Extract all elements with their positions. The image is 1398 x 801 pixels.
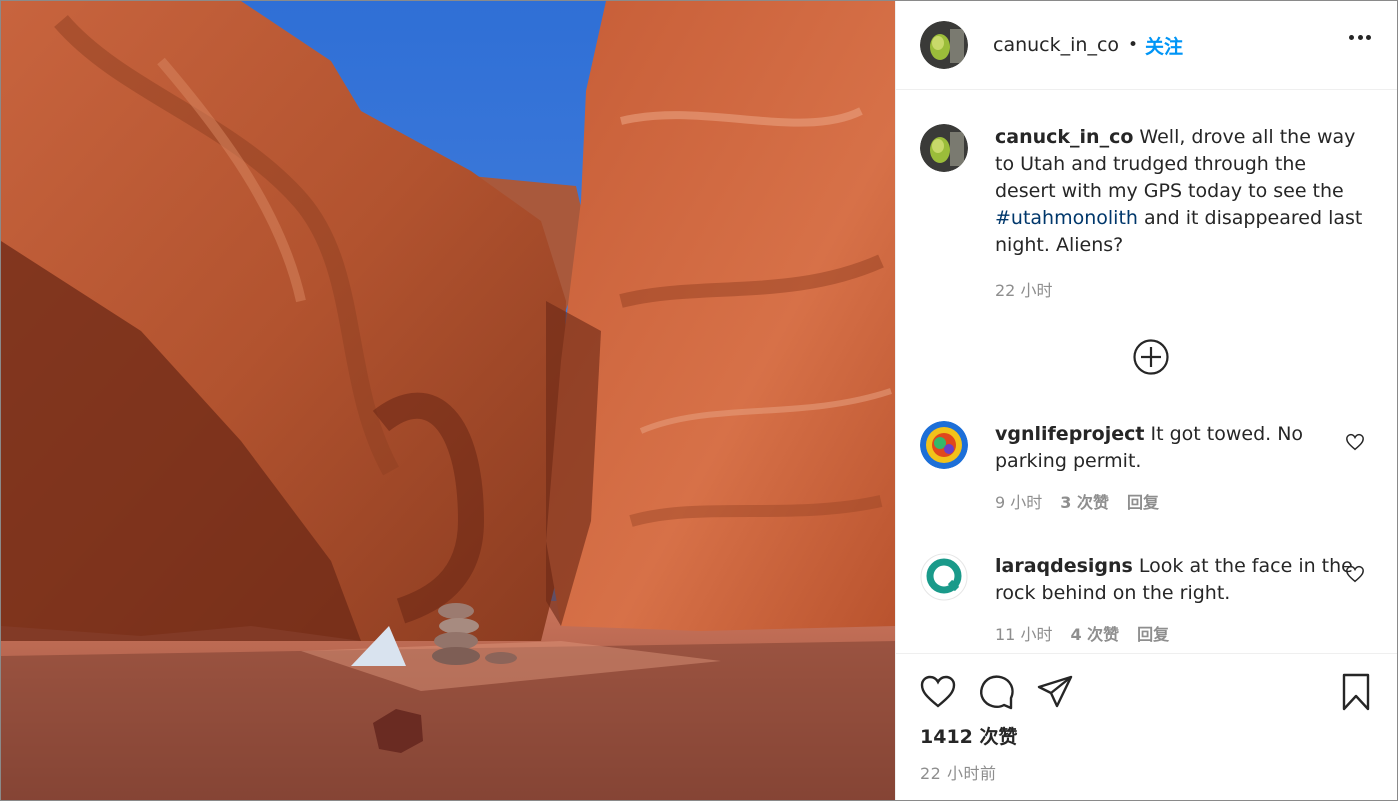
post-actions: 1412 次赞 22 小时前 <box>896 653 1397 800</box>
comment-likes[interactable]: 3 次赞 <box>1060 489 1109 513</box>
comments-section[interactable]: canuck_in_co Well, drove all the way to … <box>896 90 1397 653</box>
heart-icon[interactable] <box>918 672 958 712</box>
post-sidebar: canuck_in_co • 关注 canuck_in_co Well, dro… <box>895 1 1397 800</box>
comment-time[interactable]: 9 小时 <box>995 489 1042 513</box>
comment-item: vgnlifeproject It got towed. No parking … <box>920 421 1373 513</box>
follow-button[interactable]: 关注 <box>1145 32 1183 59</box>
load-more-comments-icon[interactable] <box>1132 338 1170 376</box>
canyon-photo-illustration <box>1 1 895 800</box>
comment-likes[interactable]: 4 次赞 <box>1070 621 1119 645</box>
bookmark-icon[interactable] <box>1336 672 1376 712</box>
comment-text: vgnlifeproject It got towed. No parking … <box>995 421 1365 475</box>
post-header: canuck_in_co • 关注 <box>896 1 1397 90</box>
caption-time[interactable]: 22 小时 <box>995 277 1052 301</box>
author-avatar[interactable] <box>920 21 968 69</box>
author-username[interactable]: canuck_in_co <box>993 34 1119 56</box>
likes-count[interactable]: 1412 次赞 <box>920 722 1018 749</box>
commenter-avatar[interactable] <box>920 421 968 469</box>
caption-meta: 22 小时 <box>995 277 1365 301</box>
comment-heart-icon[interactable] <box>1345 565 1365 583</box>
caption-avatar[interactable] <box>920 124 968 172</box>
caption: canuck_in_co Well, drove all the way to … <box>920 124 1373 301</box>
comment-time[interactable]: 11 小时 <box>995 621 1052 645</box>
reply-button[interactable]: 回复 <box>1127 489 1159 513</box>
comment-meta: 9 小时 3 次赞 回复 <box>995 489 1365 513</box>
comment-username[interactable]: vgnlifeproject <box>995 423 1144 445</box>
post-timestamp[interactable]: 22 小时前 <box>920 760 996 784</box>
separator-dot: • <box>1128 35 1139 55</box>
comment-item: laraqdesigns Look at the face in the roc… <box>920 553 1373 645</box>
caption-text: canuck_in_co Well, drove all the way to … <box>995 124 1365 259</box>
hashtag-link[interactable]: #utahmonolith <box>995 207 1138 229</box>
reply-button[interactable]: 回复 <box>1137 621 1169 645</box>
more-options-icon[interactable] <box>1349 35 1371 41</box>
commenter-avatar[interactable] <box>920 553 968 601</box>
caption-username[interactable]: canuck_in_co <box>995 126 1133 148</box>
comment-username[interactable]: laraqdesigns <box>995 555 1133 577</box>
comment-meta: 11 小时 4 次赞 回复 <box>995 621 1365 645</box>
post-photo[interactable] <box>1 1 895 800</box>
paper-plane-icon[interactable] <box>1035 672 1075 712</box>
comment-bubble-icon[interactable] <box>976 672 1016 712</box>
comment-text: laraqdesigns Look at the face in the roc… <box>995 553 1365 607</box>
comment-heart-icon[interactable] <box>1345 433 1365 451</box>
post-dialog: canuck_in_co • 关注 canuck_in_co Well, dro… <box>0 0 1398 801</box>
